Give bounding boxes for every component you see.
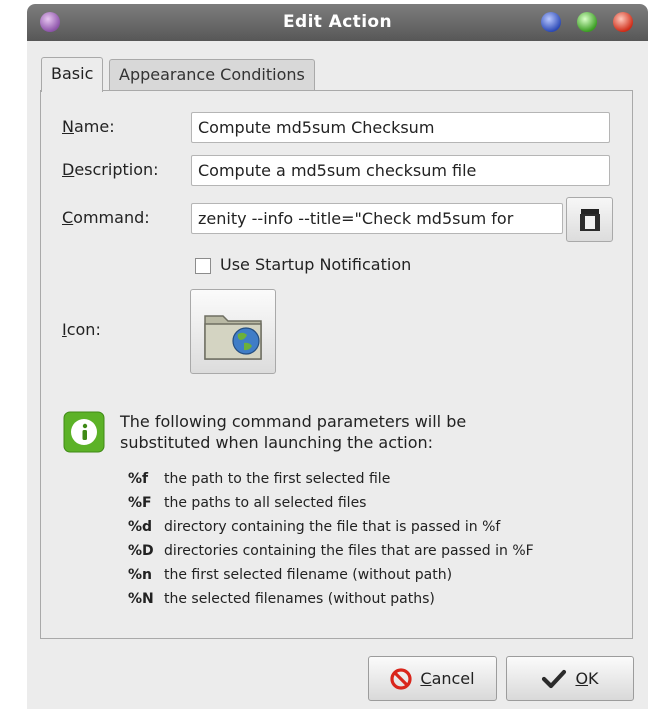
param-row: %n the first selected filename (without p…: [128, 567, 453, 583]
info-icon: [63, 411, 105, 457]
name-label: Name:: [62, 117, 115, 136]
browse-command-button[interactable]: [566, 197, 613, 242]
param-row: %F the paths to all selected files: [128, 495, 367, 511]
param-row: %N the selected filenames (without paths): [128, 591, 435, 607]
param-row: %f the path to the first selected file: [128, 471, 391, 487]
checkmark-icon: [542, 669, 567, 688]
description-label: Description:: [62, 160, 159, 179]
description-field[interactable]: Compute a md5sum checksum file: [191, 155, 610, 186]
icon-picker-button[interactable]: [190, 289, 276, 374]
cancel-button[interactable]: Cancel: [368, 656, 497, 701]
file-browse-icon: [580, 209, 600, 231]
startup-notification-label[interactable]: Use Startup Notification: [220, 255, 411, 274]
info-text: The following command parameters will be…: [120, 412, 467, 452]
command-field[interactable]: zenity --info --title="Check md5sum for: [191, 203, 563, 234]
maximize-button[interactable]: [577, 12, 597, 32]
param-row: %d directory containing the file that is …: [128, 519, 501, 535]
minimize-button[interactable]: [541, 12, 561, 32]
command-label: Command:: [62, 208, 150, 227]
tab-basic[interactable]: Basic: [41, 57, 104, 92]
icon-label: Icon:: [62, 320, 101, 339]
startup-notification-checkbox[interactable]: [195, 258, 211, 274]
title-bar[interactable]: Edit Action: [27, 4, 648, 41]
edit-action-window: Edit Action Basic Appearance Conditions …: [27, 4, 648, 709]
name-field[interactable]: Compute md5sum Checksum: [191, 112, 610, 143]
ok-button[interactable]: OK: [506, 656, 634, 701]
param-row: %D directories containing the files that …: [128, 543, 534, 559]
tab-appearance-conditions[interactable]: Appearance Conditions: [109, 59, 315, 90]
cancel-icon: [390, 667, 412, 690]
folder-globe-icon: [204, 315, 262, 360]
close-button[interactable]: [613, 12, 633, 32]
